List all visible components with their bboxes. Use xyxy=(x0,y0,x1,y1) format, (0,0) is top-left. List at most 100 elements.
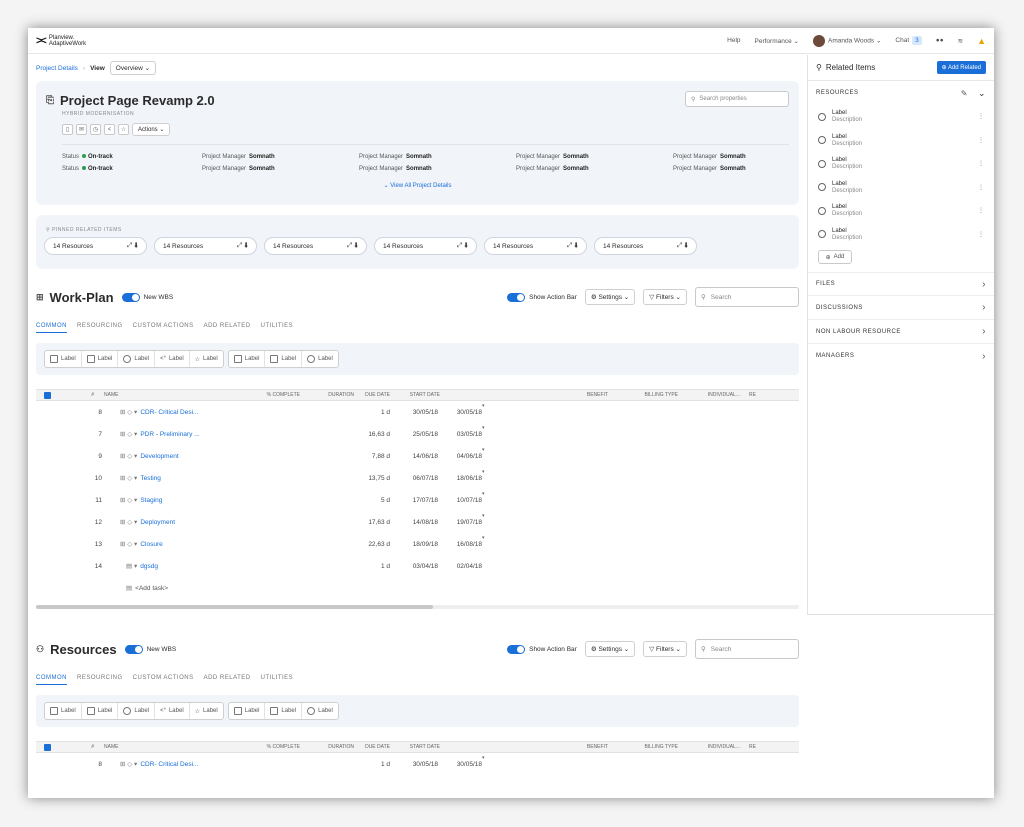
task-name[interactable]: CDR- Critical Desi... xyxy=(140,761,198,768)
tab-utilities[interactable]: UTILITIES xyxy=(261,675,294,685)
action-mail[interactable]: Label xyxy=(82,351,119,367)
tab-resourcing[interactable]: RESOURCING xyxy=(77,323,123,333)
table-row[interactable]: 10 ⊞ ◇ ▾ Testing 13,75 d 06/07/18 18/06/1… xyxy=(36,467,799,489)
tab-resourcing[interactable]: RESOURCING xyxy=(77,675,123,685)
table-row[interactable]: 7 ⊞ ◇ ▾ PDR - Preliminary ... 16,63 d 25/… xyxy=(36,423,799,445)
table-row[interactable]: 8 ⊞ ◇ ▾ CDR- Critical Desi... 1 d 30/05/1… xyxy=(36,753,799,775)
pinned-item[interactable]: 14 Resources ⤢ ⬇ xyxy=(264,237,367,255)
tab-common[interactable]: COMMON xyxy=(36,675,67,685)
messages-icon[interactable]: ●● xyxy=(936,37,944,44)
tab-add-related[interactable]: ADD RELATED xyxy=(204,323,251,333)
pinned-item[interactable]: 14 Resources ⤢ ⬇ xyxy=(154,237,257,255)
logo[interactable]: >< Planview. AdaptiveWork xyxy=(36,35,86,47)
list-item[interactable]: Label Description ⋮ xyxy=(808,199,994,223)
discussions-section[interactable]: DISCUSSIONS › xyxy=(808,296,994,320)
view-select[interactable]: Overview ⌄ xyxy=(109,61,157,75)
tab-add-related[interactable]: ADD RELATED xyxy=(204,675,251,685)
list-item[interactable]: Label Description ⋮ xyxy=(808,176,994,200)
warning-icon[interactable]: ▲ xyxy=(977,36,986,46)
col-start-date[interactable]: START DATE xyxy=(390,392,440,398)
col-num[interactable]: # xyxy=(51,744,94,750)
history-icon[interactable]: ◷ xyxy=(90,124,101,135)
col-start-date[interactable]: START DATE xyxy=(390,744,440,750)
action-mail[interactable]: Label xyxy=(265,703,303,719)
settings-dropdown[interactable]: ⚙ Settings ⌄ xyxy=(584,641,636,657)
task-name[interactable]: dgsdg xyxy=(140,563,158,570)
action-share[interactable]: <° Label xyxy=(155,351,190,367)
show-action-bar-toggle[interactable]: Show Action Bar xyxy=(507,644,577,654)
non-labour-resource-section[interactable]: NON LABOUR RESOURCE › xyxy=(808,320,994,344)
action-history[interactable]: Label xyxy=(302,703,338,719)
action-bookmark[interactable]: Label xyxy=(229,351,266,367)
pinned-item[interactable]: 14 Resources ⤢ ⬇ xyxy=(374,237,477,255)
col-benefit[interactable]: BENEFIT xyxy=(440,392,608,398)
breadcrumb-project-details[interactable]: Project Details xyxy=(36,65,78,72)
col-re[interactable]: RE xyxy=(740,744,756,750)
add-task-row[interactable]: ▤ <Add task> xyxy=(36,577,799,599)
kebab-menu-icon[interactable]: ⋮ xyxy=(978,137,984,144)
tab-custom-actions[interactable]: CUSTOM ACTIONS xyxy=(133,675,194,685)
activity-icon[interactable]: ≋ xyxy=(958,37,963,45)
col-due-date[interactable]: DUE DATE xyxy=(354,744,390,750)
action-bookmark[interactable]: Label xyxy=(229,703,266,719)
list-item[interactable]: Label Description ⋮ xyxy=(808,152,994,176)
task-name[interactable]: CDR- Critical Desi... xyxy=(140,409,198,416)
table-row[interactable]: 8 ⊞ ◇ ▾ CDR- Critical Desi... 1 d 30/05/1… xyxy=(36,401,799,423)
list-item[interactable]: Label Description ⋮ xyxy=(808,129,994,153)
col-duration[interactable]: DURATION xyxy=(300,744,354,750)
bookmark-icon[interactable]: ▯ xyxy=(62,124,73,135)
expand-icon[interactable]: ⤢ ⬇ xyxy=(347,242,358,250)
action-mail[interactable]: Label xyxy=(265,351,303,367)
kebab-menu-icon[interactable]: ⋮ xyxy=(978,184,984,191)
task-name[interactable]: Staging xyxy=(140,497,162,504)
kebab-menu-icon[interactable]: ⋮ xyxy=(978,113,984,120)
expand-diamond-icon[interactable]: ⊞ ◇ ▾ xyxy=(120,452,137,460)
chevron-down-icon[interactable]: ⌄ xyxy=(978,88,986,99)
add-resource-button[interactable]: ⊕ Add xyxy=(818,250,852,264)
col-individual[interactable]: INDIVIDUAL... xyxy=(678,744,740,750)
managers-section[interactable]: MANAGERS › xyxy=(808,344,994,368)
action-star[interactable]: ☆ Label xyxy=(190,703,223,719)
filters-dropdown[interactable]: ▽ Filters ⌄ xyxy=(643,641,687,657)
add-task-link[interactable]: <Add task> xyxy=(135,585,168,592)
expand-icon[interactable]: ⤢ ⬇ xyxy=(567,242,578,250)
list-item[interactable]: Label Description ⋮ xyxy=(808,105,994,129)
share-icon[interactable]: < xyxy=(104,124,115,135)
expand-diamond-icon[interactable]: ⊞ ◇ ▾ xyxy=(120,430,137,438)
view-all-project-details-link[interactable]: ⌄ View All Project Details xyxy=(46,182,789,189)
col-benefit[interactable]: BENEFIT xyxy=(440,744,608,750)
pinned-item[interactable]: 14 Resources ⤢ ⬇ xyxy=(44,237,147,255)
task-name[interactable]: Testing xyxy=(140,475,161,482)
expand-icon[interactable]: ⤢ ⬇ xyxy=(237,242,248,250)
kebab-menu-icon[interactable]: ⋮ xyxy=(978,231,984,238)
files-section[interactable]: FILES › xyxy=(808,272,994,296)
col-complete[interactable]: % COMPLETE xyxy=(212,392,300,398)
col-name[interactable]: NAME xyxy=(94,744,212,750)
table-row[interactable]: 11 ⊞ ◇ ▾ Staging 5 d 17/07/18 10/07/18 ▾ xyxy=(36,489,799,511)
settings-dropdown[interactable]: ⚙ Settings ⌄ xyxy=(584,289,636,305)
col-name[interactable]: NAME xyxy=(94,392,212,398)
task-name[interactable]: Closure xyxy=(140,541,162,548)
expand-icon[interactable]: ⤢ ⬇ xyxy=(127,242,138,250)
table-row[interactable]: 12 ⊞ ◇ ▾ Deployment 17,63 d 14/08/18 19/0… xyxy=(36,511,799,533)
action-bookmark[interactable]: Label xyxy=(45,351,82,367)
task-name[interactable]: PDR - Preliminary ... xyxy=(140,431,199,438)
horizontal-scrollbar[interactable] xyxy=(36,605,799,609)
search-properties-input[interactable]: ⚲ Search properties xyxy=(685,91,789,107)
action-share[interactable]: <° Label xyxy=(155,703,190,719)
search-input[interactable]: ⚲ Search xyxy=(695,287,799,307)
actions-dropdown[interactable]: Actions ⌄ xyxy=(132,123,171,136)
col-billing-type[interactable]: BILLING TYPE xyxy=(608,392,678,398)
chat-button[interactable]: Chat 3 xyxy=(895,36,922,45)
resources-header[interactable]: RESOURCES ✎ ⌄ xyxy=(808,81,994,105)
select-all-checkbox[interactable] xyxy=(44,391,51,399)
select-all-checkbox[interactable] xyxy=(44,743,51,751)
performance-menu[interactable]: Performance ⌄ xyxy=(755,37,799,45)
action-bookmark[interactable]: Label xyxy=(45,703,82,719)
col-billing-type[interactable]: BILLING TYPE xyxy=(608,744,678,750)
list-item[interactable]: Label Description ⋮ xyxy=(808,223,994,247)
expand-diamond-icon[interactable]: ⊞ ◇ ▾ xyxy=(120,408,137,416)
add-related-button[interactable]: ⊕ Add Related xyxy=(936,61,986,74)
action-history[interactable]: Label xyxy=(118,703,156,719)
expand-icon[interactable]: ⤢ ⬇ xyxy=(677,242,688,250)
